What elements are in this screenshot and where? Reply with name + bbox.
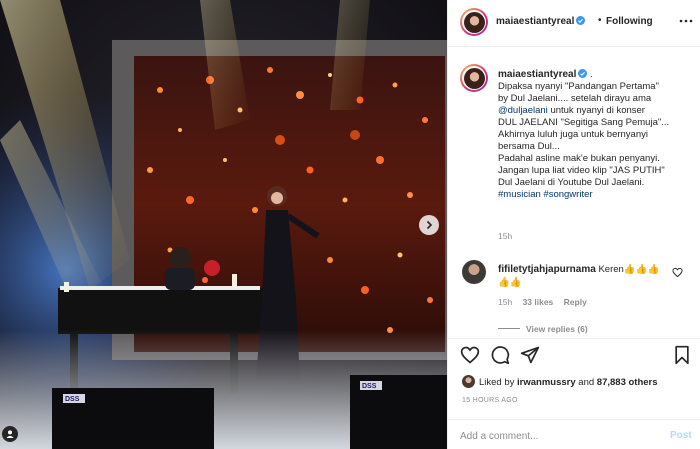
tag-user-icon[interactable] <box>2 426 18 442</box>
caption-line: Dul Jaelani di Youtube Dul Jaelani. <box>498 177 645 188</box>
comment-input[interactable] <box>460 428 650 444</box>
comment-text: fifiletytjahjapurnama Keren👍👍👍👍👍 <box>498 263 666 289</box>
caption-text: maiaestiantyreal . Dipaksa nyanyi "Panda… <box>498 69 694 201</box>
likes-count[interactable]: 87,883 others <box>597 377 658 388</box>
concert-photo: DSS DSS <box>0 0 447 449</box>
caption-line: Jangan lupa liat video klip "JAS PUTIH" <box>498 165 665 176</box>
post-header: maiaestiantyreal • Following <box>448 0 700 47</box>
caption-username[interactable]: maiaestiantyreal <box>498 69 576 80</box>
verified-badge-icon <box>576 16 586 25</box>
caption-line: Dipaksa nyanyi "Pandangan Pertama" <box>498 81 659 92</box>
header-separator: • <box>598 15 602 26</box>
comment-meta: 15h 33 likes Reply <box>498 297 595 307</box>
follow-status-button[interactable]: Following <box>606 16 653 27</box>
avatar[interactable] <box>462 260 486 284</box>
caption-line: untuk nyanyi di konser <box>550 105 645 116</box>
comment-time[interactable]: 15h <box>498 297 512 307</box>
caption-line: by Dul Jaelani.... setelah dirayu ama <box>498 93 652 104</box>
caption-line: Akhirnya luluh juga untuk bernyanyi <box>498 129 648 140</box>
post-side-panel: maiaestiantyreal • Following maiaestiant… <box>447 0 700 449</box>
comment-username[interactable]: fifiletytjahjapurnama <box>498 264 596 275</box>
verified-badge-icon <box>578 69 588 78</box>
liked-by-user[interactable]: irwanmussry <box>517 377 576 388</box>
post-timestamp[interactable]: 15 HOURS AGO <box>462 397 518 404</box>
comment-icon[interactable] <box>490 345 510 365</box>
caption: maiaestiantyreal . Dipaksa nyanyi "Panda… <box>448 47 700 255</box>
mention-link[interactable]: @duljaelani <box>498 105 548 116</box>
avatar[interactable] <box>460 8 488 36</box>
post-comment-button[interactable]: Post <box>670 430 692 441</box>
speaker-brand-left: DSS <box>65 396 80 403</box>
comment-item: fifiletytjahjapurnama Keren👍👍👍👍👍 15h 33 … <box>448 255 700 335</box>
post-actions: Liked by irwanmussry and 87,883 others 1… <box>448 338 700 449</box>
hashtag-link[interactable]: #songwriter <box>543 189 592 200</box>
avatar[interactable] <box>462 375 475 388</box>
hashtag-link[interactable]: #musician <box>498 189 541 200</box>
avatar[interactable] <box>460 64 488 92</box>
bookmark-icon[interactable] <box>672 345 692 365</box>
comment-likes[interactable]: 33 likes <box>523 297 554 307</box>
header-username[interactable]: maiaestiantyreal <box>496 16 586 27</box>
view-replies-button[interactable]: View replies (6) <box>498 324 588 334</box>
share-icon[interactable] <box>520 345 540 365</box>
heart-icon[interactable] <box>460 345 480 365</box>
caption-line: bersama Dul... <box>498 141 560 152</box>
caption-time[interactable]: 15h <box>498 231 512 241</box>
reply-button[interactable]: Reply <box>564 297 587 307</box>
heart-icon[interactable] <box>672 267 683 278</box>
add-comment-bar: Post <box>448 419 700 449</box>
next-arrow-icon[interactable] <box>419 215 439 235</box>
speaker-brand-right: DSS <box>362 383 377 390</box>
caption-line: DUL JAELANI "Segitiga Sang Pemuja"... <box>498 117 670 128</box>
caption-line: Padahal asline mak'e bukan penyanyi. <box>498 153 660 164</box>
caption-dot: . <box>590 69 593 80</box>
liked-by: Liked by irwanmussry and 87,883 others <box>462 375 658 389</box>
more-options-icon[interactable] <box>678 13 694 29</box>
post-media[interactable]: DSS DSS <box>0 0 447 449</box>
